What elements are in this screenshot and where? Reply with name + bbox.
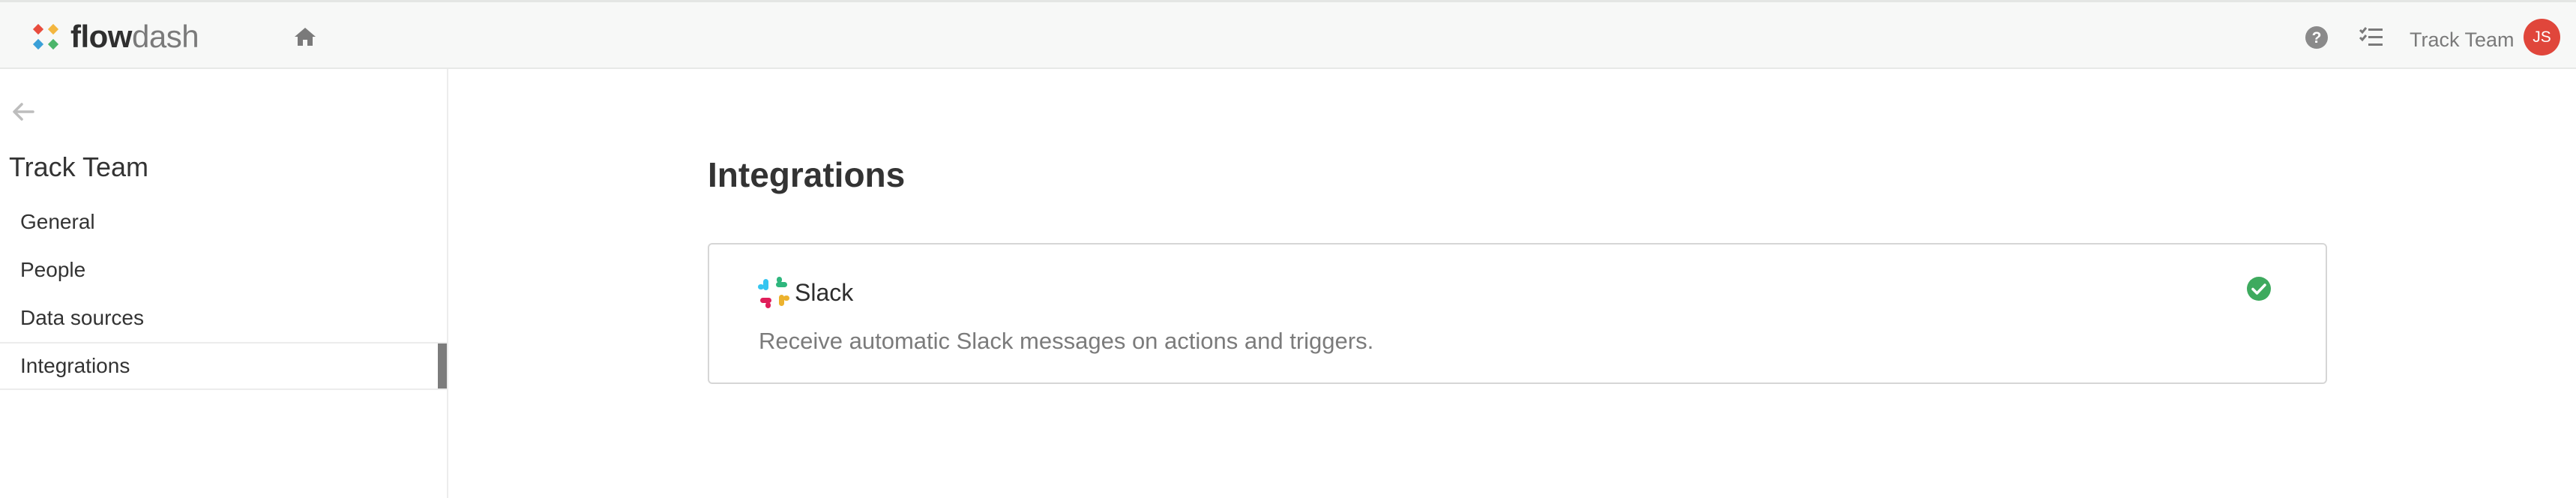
sidebar-item-people[interactable]: People <box>0 246 447 294</box>
sidebar-item-label: Integrations <box>20 354 130 377</box>
svg-text:?: ? <box>2312 29 2322 46</box>
sidebar-item-general[interactable]: General <box>0 198 447 246</box>
help-circle-icon[interactable]: ? <box>2304 25 2329 50</box>
user-avatar[interactable]: JS <box>2524 19 2560 56</box>
top-bar: flowdash ? Track Team JS <box>0 0 2576 69</box>
check-circle-icon[interactable] <box>2246 276 2272 302</box>
flowdash-logo[interactable]: flowdash <box>31 19 199 54</box>
flowdash-logo-icon <box>32 23 59 50</box>
home-icon[interactable] <box>292 26 318 48</box>
arrow-left-icon[interactable] <box>10 99 36 124</box>
integration-description: Receive automatic Slack messages on acti… <box>759 328 1374 354</box>
sidebar-title: Track Team <box>9 152 149 182</box>
flowdash-wordmark: flowdash <box>70 19 199 54</box>
integration-card-slack[interactable]: Slack Receive automatic Slack messages o… <box>708 243 2327 384</box>
checklist-icon[interactable] <box>2359 25 2384 50</box>
slack-icon <box>758 277 789 308</box>
sidebar-item-label: People <box>20 258 86 281</box>
page-title: Integrations <box>708 155 906 194</box>
settings-sidebar: Track Team General People Data sources I… <box>0 69 448 498</box>
sidebar-nav: General People Data sources Integrations <box>0 198 447 390</box>
sidebar-item-label: General <box>20 210 95 233</box>
sidebar-item-data-sources[interactable]: Data sources <box>0 294 447 342</box>
integration-card-header: Slack <box>757 276 853 309</box>
integration-name: Slack <box>795 279 854 306</box>
sidebar-item-label: Data sources <box>20 306 144 329</box>
team-switcher[interactable]: Track Team <box>2410 28 2515 52</box>
sidebar-item-integrations[interactable]: Integrations <box>0 342 447 390</box>
